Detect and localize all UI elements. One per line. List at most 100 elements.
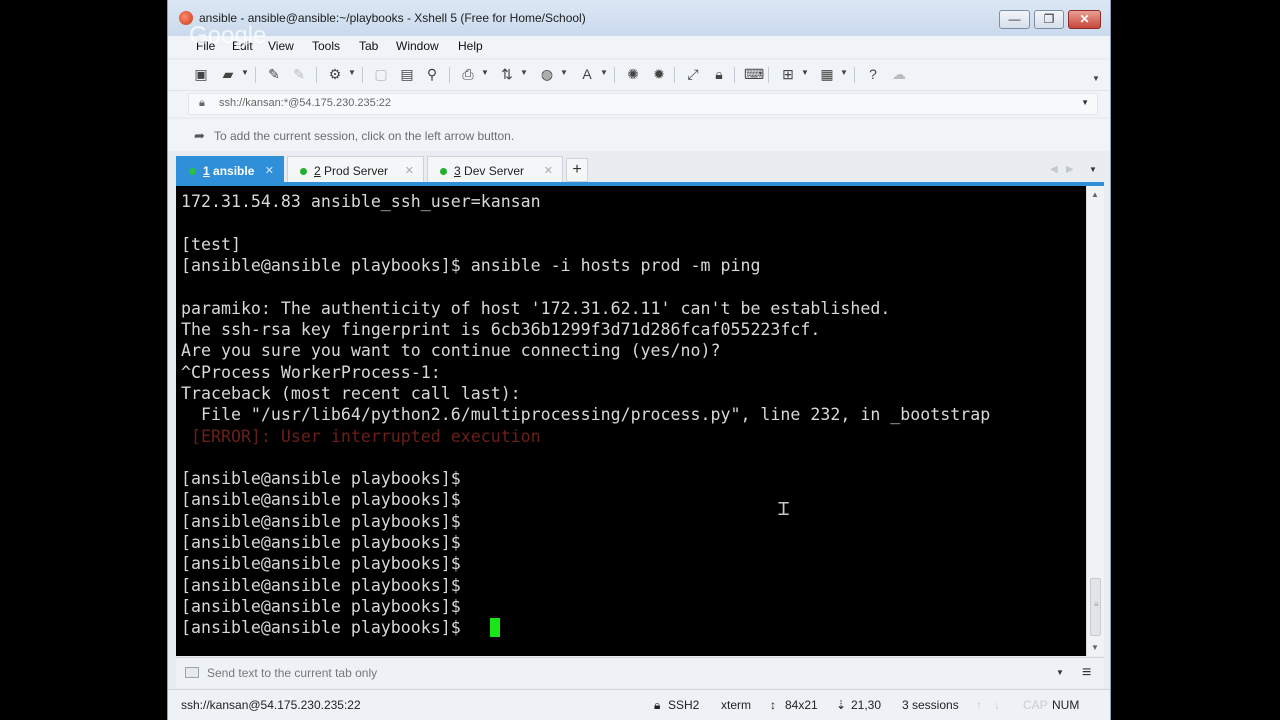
terminal-screen[interactable]: 172.31.54.83 ansible_ssh_user=kansan [te… [176, 186, 1086, 656]
tab-dev-server[interactable]: 3 Dev Server ✕ [427, 156, 563, 184]
menu-help[interactable]: Help [458, 39, 483, 53]
menu-view[interactable]: View [268, 39, 294, 53]
keyboard-icon[interactable]: ⌨ [744, 66, 764, 83]
chevron-down-icon[interactable]: ▼ [1056, 668, 1064, 677]
status-upload-icon: ↑ [976, 698, 982, 712]
status-sessions: 3 sessions [902, 698, 959, 712]
fullscreen-icon[interactable]: ⤢ [684, 66, 702, 83]
terminal-line: [ansible@ansible playbooks]$ [181, 618, 461, 637]
status-bar: ssh://kansan@54.175.230.235:22 🔒︎ SSH2 x… [168, 689, 1110, 720]
toolbar: ▣ ▰ ▼ ✎ ✎ ⚙ ▼ ▢ ▤ ⚲ ⎙ ▼ ⇅ ▼ ◍ ▼ A ▼ ✺ ✹ … [168, 60, 1110, 91]
chevron-down-icon[interactable]: ▼ [481, 68, 489, 77]
tunnel-icon[interactable]: ✹ [650, 66, 668, 83]
minimize-button[interactable]: — [999, 10, 1030, 29]
font-icon[interactable]: A [578, 66, 596, 83]
tab-scroll-right-icon[interactable]: ▶ [1066, 164, 1074, 175]
properties-icon[interactable]: ✎ [265, 66, 283, 83]
terminal-line: [ansible@ansible playbooks]$ [181, 512, 461, 531]
chevron-down-icon[interactable]: ▼ [348, 68, 356, 77]
chevron-down-icon[interactable]: ▼ [560, 68, 568, 77]
chevron-down-icon[interactable]: ▼ [801, 68, 809, 77]
tab-list-icon[interactable]: ▼ [1089, 165, 1097, 174]
close-icon: ✕ [1079, 12, 1090, 26]
status-size-icon: ↕ [770, 698, 776, 712]
terminal-line: The ssh-rsa key fingerprint is 6cb36b129… [181, 320, 821, 339]
terminal-line: Traceback (most recent call last): [181, 384, 521, 403]
globe-icon[interactable]: ◍ [538, 66, 556, 83]
address-field[interactable]: 🔒︎ ssh://kansan:*@54.175.230.235:22 ▼ [188, 93, 1098, 115]
chevron-down-icon[interactable]: ▼ [840, 68, 848, 77]
address-bar: 🔒︎ ssh://kansan:*@54.175.230.235:22 ▼ [168, 91, 1110, 117]
help-icon[interactable]: ? [864, 66, 882, 83]
status-protocol: SSH2 [668, 698, 700, 712]
compose-menu-icon[interactable]: ≡ [1082, 664, 1091, 682]
chevron-down-icon[interactable]: ▼ [1081, 98, 1089, 107]
menu-window[interactable]: Window [396, 39, 439, 53]
lock-icon[interactable]: 🔒︎ [710, 66, 728, 83]
status-connection: ssh://kansan@54.175.230.235:22 [181, 698, 361, 712]
toolbar-separator [362, 67, 363, 83]
terminal-line: [ansible@ansible playbooks]$ [181, 576, 461, 595]
tab-text: ansible [213, 164, 255, 178]
close-button[interactable]: ✕ [1068, 10, 1101, 29]
find-icon[interactable]: ⚲ [423, 66, 441, 83]
title-bar: ansible - ansible@ansible:~/playbooks - … [168, 0, 1110, 38]
toolbar-separator [255, 67, 256, 83]
terminal-line: Are you sure you want to continue connec… [181, 341, 721, 360]
add-tab-button[interactable]: + [566, 158, 588, 182]
tab-ansible[interactable]: 1 ansible ✕ [176, 156, 284, 184]
terminal-line: paramiko: The authenticity of host '172.… [181, 299, 891, 318]
keyboard-send-icon [185, 667, 199, 678]
scroll-down-icon[interactable]: ▼ [1091, 643, 1099, 652]
minimize-icon: — [1008, 12, 1021, 26]
chevron-down-icon[interactable]: ▼ [600, 68, 608, 77]
session-hint-bar: ➦ To add the current session, click on t… [168, 119, 1110, 151]
reconnect-icon: ✎ [293, 66, 305, 82]
terminal-line: ^CProcess WorkerProcess-1: [181, 363, 441, 382]
transfer-icon[interactable]: ⇅ [498, 66, 516, 83]
tab-scroll-left-icon[interactable]: ◀ [1050, 164, 1058, 175]
layout-icon[interactable]: ▦ [818, 66, 836, 83]
new-session-icon[interactable]: ▣ [192, 66, 210, 83]
toolbar-separator [316, 67, 317, 83]
xshell-window: ansible - ansible@ansible:~/playbooks - … [167, 0, 1111, 720]
tab-label: 2 Prod Server [314, 164, 388, 178]
terminal-scrollbar[interactable]: ▲ ≡ ▼ [1086, 186, 1104, 656]
close-tab-icon[interactable]: ✕ [405, 164, 414, 177]
settings-icon[interactable]: ⚙ [326, 66, 344, 83]
paste-icon[interactable]: ▤ [398, 66, 416, 83]
compose-input[interactable]: Send text to the current tab only [207, 666, 377, 680]
menu-tools[interactable]: Tools [312, 39, 340, 53]
new-tab-icon[interactable]: ⊞ [779, 66, 797, 83]
connected-status-dot [189, 168, 196, 175]
close-tab-icon[interactable]: ✕ [544, 164, 553, 177]
scroll-up-icon[interactable]: ▲ [1091, 190, 1099, 199]
close-tab-icon[interactable]: ✕ [265, 164, 274, 177]
maximize-button[interactable]: ❐ [1034, 10, 1064, 29]
status-lock-icon: 🔒︎ [654, 698, 661, 712]
address-value: ssh://kansan:*@54.175.230.235:22 [219, 97, 392, 109]
chevron-down-icon[interactable]: ▼ [241, 68, 249, 77]
status-terminal-type: xterm [721, 698, 751, 712]
scrollbar-thumb[interactable]: ≡ [1090, 578, 1101, 636]
open-folder-icon[interactable]: ▰ [219, 66, 237, 83]
print-icon[interactable]: ⎙ [459, 66, 477, 83]
copy-icon: ▢ [374, 66, 388, 82]
toolbar-separator [854, 67, 855, 83]
toolbar-overflow-icon[interactable]: ▼ [1092, 74, 1100, 83]
terminal-line: [ansible@ansible playbooks]$ [181, 490, 461, 509]
toolbar-separator [674, 67, 675, 83]
tab-prod-server[interactable]: 2 Prod Server ✕ [287, 156, 424, 184]
status-caps-lock: CAP [1023, 698, 1048, 712]
status-cursor-icon: ⇣ [836, 698, 847, 712]
menu-tab[interactable]: Tab [359, 39, 378, 53]
status-size: 84x21 [785, 698, 818, 712]
tab-text: Prod Server [324, 164, 389, 178]
chevron-down-icon[interactable]: ▼ [520, 68, 528, 77]
tab-label: 1 ansible [203, 164, 254, 178]
xftp-icon[interactable]: ✺ [624, 66, 642, 83]
add-session-arrow-icon[interactable]: ➦ [194, 128, 205, 144]
session-hint-text: To add the current session, click on the… [214, 129, 515, 143]
toolbar-separator [734, 67, 735, 83]
terminal-line: 172.31.54.83 ansible_ssh_user=kansan [181, 192, 541, 211]
